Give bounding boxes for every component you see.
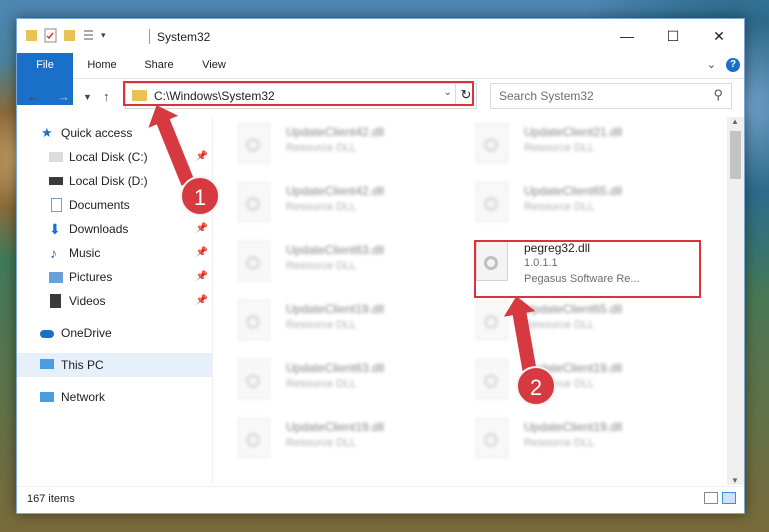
sidebar-item-music[interactable]: ♪ Music 📌 xyxy=(17,241,212,265)
step1-badge: 1 xyxy=(180,176,220,216)
gear-icon xyxy=(484,138,498,152)
dll-file-icon xyxy=(238,182,270,222)
close-button[interactable]: ✕ xyxy=(696,25,742,47)
gear-icon xyxy=(246,374,260,388)
scroll-down-icon[interactable]: ▼ xyxy=(731,476,739,485)
sidebar-item-videos[interactable]: Videos 📌 xyxy=(17,289,212,313)
tab-home[interactable]: Home xyxy=(79,53,125,78)
gear-icon xyxy=(246,138,260,152)
drive-icon xyxy=(49,152,63,162)
navigation-bar: ← → ▼ ↑ C:\Windows\System32 ⌄ ↻ Search S… xyxy=(17,79,744,113)
title-separator xyxy=(149,29,150,44)
file-list: UpdateClient42.dll Resource DLL UpdateCl… xyxy=(222,117,727,485)
up-arrow-icon[interactable]: ↑ xyxy=(103,89,110,104)
step2-badge: 2 xyxy=(516,366,556,406)
customize-toolbar-icon[interactable] xyxy=(82,28,95,43)
dll-file-icon xyxy=(238,359,270,399)
tab-view[interactable]: View xyxy=(191,53,237,78)
gear-icon xyxy=(246,315,260,329)
scrollbar-thumb[interactable] xyxy=(730,131,741,179)
help-icon[interactable]: ? xyxy=(726,58,740,72)
forward-arrow-icon[interactable]: → xyxy=(57,89,70,104)
scroll-up-icon[interactable]: ▲ xyxy=(731,117,739,126)
file-item[interactable]: UpdateClient42.dll Resource DLL xyxy=(222,178,452,230)
pin-icon[interactable]: 📌 xyxy=(196,145,208,169)
status-bar: 167 items xyxy=(17,486,744,513)
gear-icon xyxy=(484,197,498,211)
file-item[interactable]: UpdateClient42.dll Resource DLL xyxy=(222,119,452,171)
sidebar-item-quick-access[interactable]: ★ Quick access xyxy=(17,121,212,145)
search-input[interactable]: Search System32 ⚲ xyxy=(490,83,732,109)
folder-icon xyxy=(26,30,37,41)
star-icon: ★ xyxy=(41,125,53,140)
chevron-down-icon[interactable]: ▾ xyxy=(101,30,106,41)
sidebar-item-onedrive[interactable]: OneDrive xyxy=(17,321,212,345)
file-item[interactable]: UpdateClient19.dll Resource DLL xyxy=(222,414,452,466)
gear-icon xyxy=(246,256,260,270)
music-icon: ♪ xyxy=(50,245,57,261)
view-switcher xyxy=(704,492,736,504)
new-folder-icon[interactable] xyxy=(63,28,76,43)
item-count: 167 items xyxy=(27,493,75,505)
file-item[interactable]: UpdateClient19.dll Resource DLL xyxy=(460,355,690,407)
pictures-icon xyxy=(49,272,63,283)
quick-access-toolbar: ▾ xyxy=(25,28,106,43)
cloud-icon xyxy=(40,330,54,338)
tab-share[interactable]: Share xyxy=(135,53,183,78)
large-icons-view-icon[interactable] xyxy=(722,492,736,504)
file-highlight-box xyxy=(474,240,701,298)
vertical-scrollbar[interactable]: ▲ ▼ xyxy=(727,117,744,485)
sidebar-item-network[interactable]: Network xyxy=(17,385,212,409)
pin-icon[interactable]: 📌 xyxy=(196,289,208,313)
minimize-button[interactable]: — xyxy=(604,25,650,47)
network-icon xyxy=(40,392,54,402)
sidebar-item-pictures[interactable]: Pictures 📌 xyxy=(17,265,212,289)
dll-file-icon xyxy=(476,359,508,399)
drive-icon xyxy=(49,177,63,185)
expand-ribbon-icon[interactable]: ⌄ xyxy=(707,58,716,71)
gear-icon xyxy=(246,197,260,211)
search-icon: ⚲ xyxy=(713,87,723,102)
search-placeholder: Search System32 xyxy=(499,89,594,103)
dll-file-icon xyxy=(238,123,270,163)
sidebar-item-this-pc[interactable]: This PC xyxy=(17,353,212,377)
videos-icon xyxy=(50,294,61,308)
details-view-icon[interactable] xyxy=(704,492,718,504)
file-item[interactable]: UpdateClient65.dll Resource DLL xyxy=(460,178,690,230)
dll-file-icon xyxy=(238,300,270,340)
gear-icon xyxy=(484,433,498,447)
dll-file-icon xyxy=(476,182,508,222)
gear-icon xyxy=(246,433,260,447)
file-item[interactable]: UpdateClient65.dll Resource DLL xyxy=(460,296,690,348)
gear-icon xyxy=(484,315,498,329)
computer-icon xyxy=(40,359,54,369)
download-icon: ⬇ xyxy=(49,221,61,237)
recent-locations-icon[interactable]: ▼ xyxy=(83,92,92,102)
sidebar-item-downloads[interactable]: ⬇ Downloads 📌 xyxy=(17,217,212,241)
pin-icon[interactable]: 📌 xyxy=(196,217,208,241)
properties-icon[interactable] xyxy=(44,28,57,43)
maximize-button[interactable]: ☐ xyxy=(650,25,696,47)
file-item[interactable]: UpdateClient19.dll Resource DLL xyxy=(460,414,690,466)
file-explorer-window: ▾ System32 — ☐ ✕ File Home Share View ⌄ … xyxy=(16,18,745,514)
address-highlight-box xyxy=(123,81,474,106)
back-arrow-icon[interactable]: ← xyxy=(27,89,40,104)
title-bar: ▾ System32 — ☐ ✕ xyxy=(17,19,744,53)
dll-file-icon xyxy=(238,418,270,458)
file-item[interactable]: UpdateClient21.dll Resource DLL xyxy=(460,119,690,171)
pin-icon[interactable]: 📌 xyxy=(196,241,208,265)
dll-file-icon xyxy=(476,123,508,163)
pin-icon[interactable]: 📌 xyxy=(196,265,208,289)
file-item[interactable]: UpdateClient63.dll Resource DLL xyxy=(222,237,452,289)
gear-icon xyxy=(484,374,498,388)
dll-file-icon xyxy=(476,418,508,458)
window-title: System32 xyxy=(157,30,211,44)
document-icon xyxy=(51,198,62,212)
ribbon-tabs: File Home Share View ⌄ ? xyxy=(17,53,744,105)
dll-file-icon xyxy=(238,241,270,281)
file-item[interactable]: UpdateClient19.dll Resource DLL xyxy=(222,296,452,348)
file-item[interactable]: UpdateClient63.dll Resource DLL xyxy=(222,355,452,407)
